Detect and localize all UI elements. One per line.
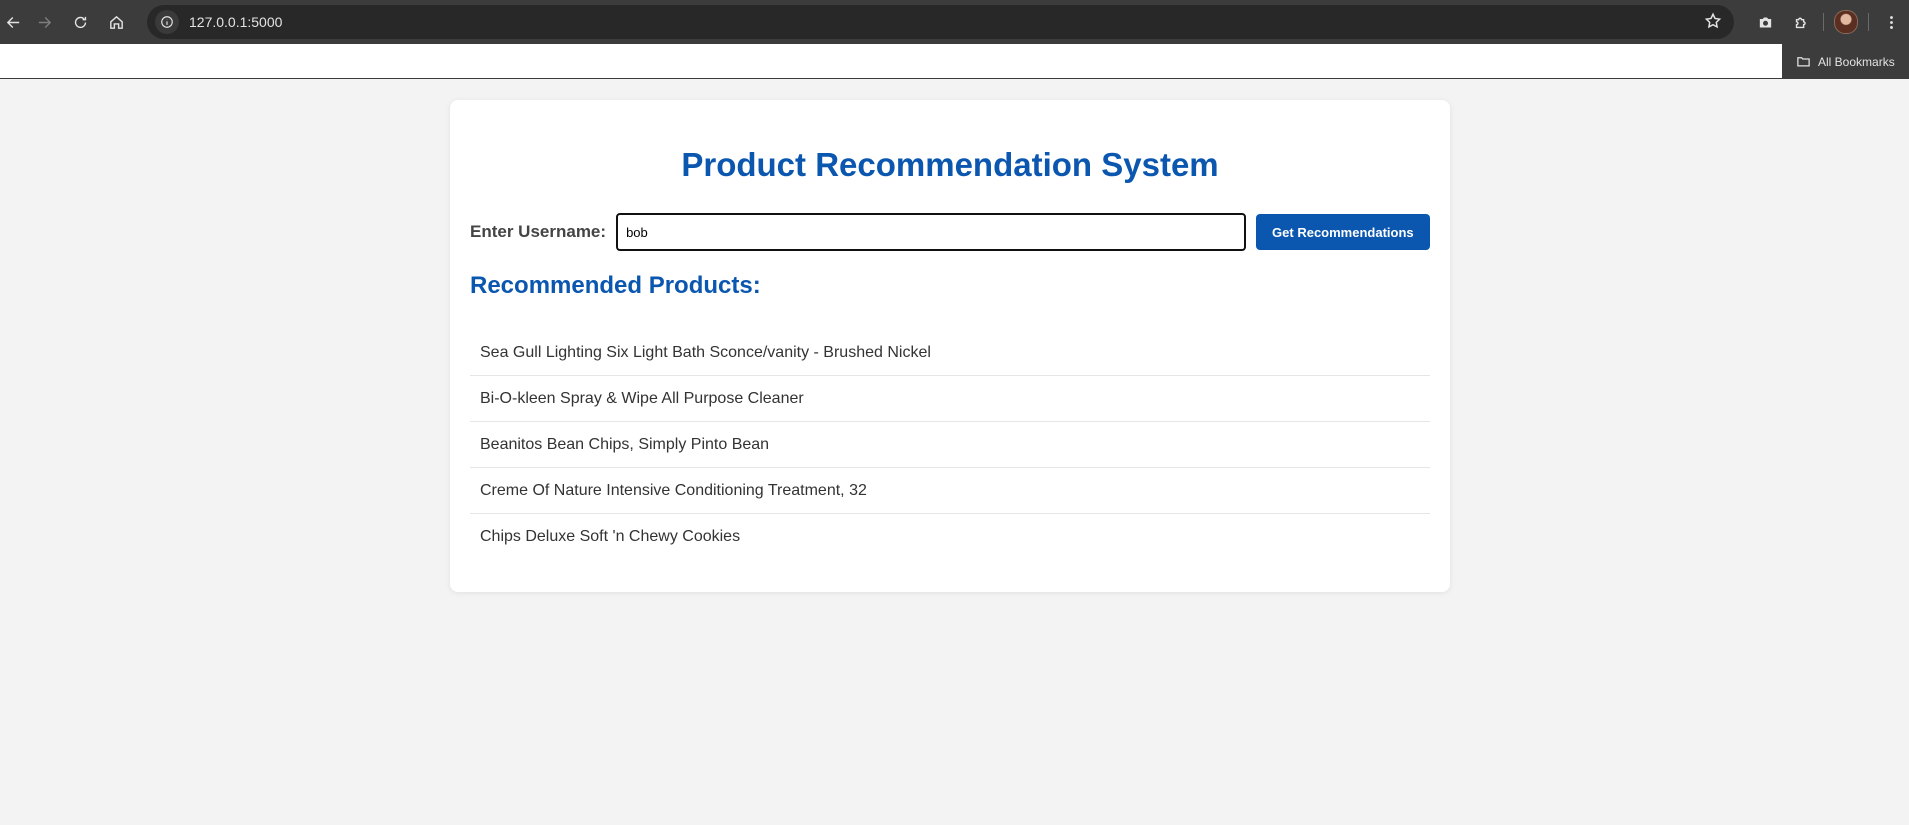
arrow-left-icon [6, 16, 19, 28]
folder-icon [1797, 57, 1810, 67]
home-button[interactable] [98, 4, 134, 40]
home-icon [109, 15, 123, 29]
url-text: 127.0.0.1:5000 [189, 14, 283, 30]
list-item: Creme Of Nature Intensive Conditioning T… [470, 468, 1430, 514]
camera-icon [1759, 17, 1771, 27]
kebab-menu-icon [1889, 15, 1893, 29]
get-recommendations-button[interactable]: Get Recommendations [1255, 214, 1430, 250]
profile-button[interactable] [1828, 4, 1864, 40]
browser-toolbar: 127.0.0.1:5000 [0, 0, 1909, 44]
toolbar-divider [1823, 13, 1824, 31]
toolbar-right [1747, 0, 1909, 44]
username-label: Enter Username: [470, 222, 607, 241]
address-bar[interactable]: 127.0.0.1:5000 [147, 5, 1734, 39]
toolbar-divider [1868, 13, 1869, 31]
back-button[interactable] [0, 4, 26, 40]
reload-icon [74, 16, 86, 28]
bookmark-star-button[interactable] [1704, 12, 1722, 35]
all-bookmarks-label: All Bookmarks [1818, 54, 1895, 69]
username-form: Enter Username: Get Recommendations [470, 213, 1430, 251]
puzzle-icon [1795, 17, 1806, 28]
avatar [1834, 10, 1858, 34]
camera-button[interactable] [1747, 4, 1783, 40]
page-title: Product Recommendation System [681, 146, 1219, 183]
list-item: Bi-O-kleen Spray & Wipe All Purpose Clea… [470, 376, 1430, 422]
list-item: Beanitos Bean Chips, Simply Pinto Bean [470, 422, 1430, 468]
reload-button[interactable] [62, 4, 98, 40]
list-item: Sea Gull Lighting Six Light Bath Sconce/… [470, 330, 1430, 376]
product-list: Sea Gull Lighting Six Light Bath Sconce/… [470, 330, 1430, 560]
list-item: Chips Deluxe Soft 'n Chewy Cookies [480, 528, 741, 545]
star-icon [1704, 12, 1722, 29]
site-info-button[interactable] [155, 10, 179, 34]
all-bookmarks-button[interactable]: All Bookmarks [1782, 44, 1909, 79]
recommended-products-heading: Recommended Products: [470, 272, 761, 299]
forward-button[interactable] [26, 4, 62, 40]
arrow-right-icon [38, 16, 51, 28]
info-icon [161, 16, 173, 28]
main-card: Product Recommendation System Enter User… [450, 100, 1450, 592]
extensions-button[interactable] [1783, 4, 1819, 40]
bookmarks-bar: All Bookmarks [0, 44, 1909, 79]
username-input[interactable] [616, 213, 1246, 251]
menu-button[interactable] [1873, 4, 1909, 40]
